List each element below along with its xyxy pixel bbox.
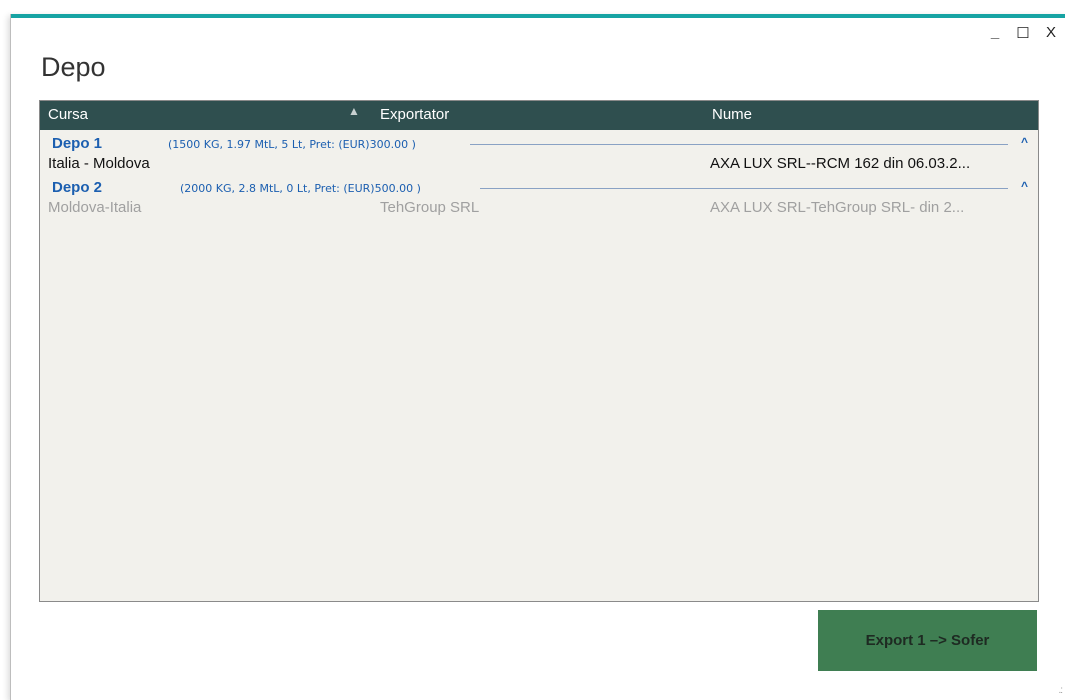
export-button[interactable]: Export 1 –> Sofer [818,610,1037,671]
depo-window: _ ☐ X Depo Cursa ▲ Exportator Nume Depo … [10,14,1065,700]
group-row-depo-1[interactable]: Depo 1 (1500 KG, 1.97 MtL, 5 Lt, Pret: (… [40,132,1038,154]
depo-grid: Cursa ▲ Exportator Nume Depo 1 (1500 KG,… [39,100,1039,602]
minimize-icon[interactable]: _ [988,24,1002,42]
cell-cursa: Italia - Moldova [48,155,150,172]
group-divider [470,144,1008,145]
maximize-icon[interactable]: ☐ [1016,24,1030,42]
column-header-nume[interactable]: Nume [712,106,752,123]
resize-grip-icon[interactable]: .: [1058,685,1062,696]
column-header-exportator[interactable]: Exportator [380,106,449,123]
window-controls: _ ☐ X [988,24,1058,42]
chevron-up-icon[interactable]: ^ [1021,179,1028,193]
window-accent-bar [11,14,1065,18]
cell-cursa: Moldova-Italia [48,199,142,216]
cell-exportator: TehGroup SRL [380,199,480,216]
group-summary: (2000 KG, 2.8 MtL, 0 Lt, Pret: (EUR)500.… [180,182,421,195]
cell-nume: AXA LUX SRL--RCM 162 din 06.03.2... [710,155,971,172]
group-row-depo-2[interactable]: Depo 2 (2000 KG, 2.8 MtL, 0 Lt, Pret: (E… [40,176,1038,198]
cell-nume: AXA LUX SRL-TehGroup SRL- din 2... [710,199,965,216]
table-row[interactable]: Moldova-Italia TehGroup SRL AXA LUX SRL-… [40,197,1038,219]
group-name: Depo 2 [52,179,103,196]
group-divider [480,188,1008,189]
column-header-cursa[interactable]: Cursa [48,106,88,123]
window-title: Depo [41,52,106,82]
chevron-up-icon[interactable]: ^ [1021,135,1028,149]
table-row[interactable]: Italia - Moldova AXA LUX SRL--RCM 162 di… [40,153,1038,175]
group-summary: (1500 KG, 1.97 MtL, 5 Lt, Pret: (EUR)300… [168,138,416,151]
group-name: Depo 1 [52,135,103,152]
grid-header: Cursa ▲ Exportator Nume [40,101,1038,130]
close-icon[interactable]: X [1044,24,1058,42]
sort-ascending-icon: ▲ [348,104,360,118]
